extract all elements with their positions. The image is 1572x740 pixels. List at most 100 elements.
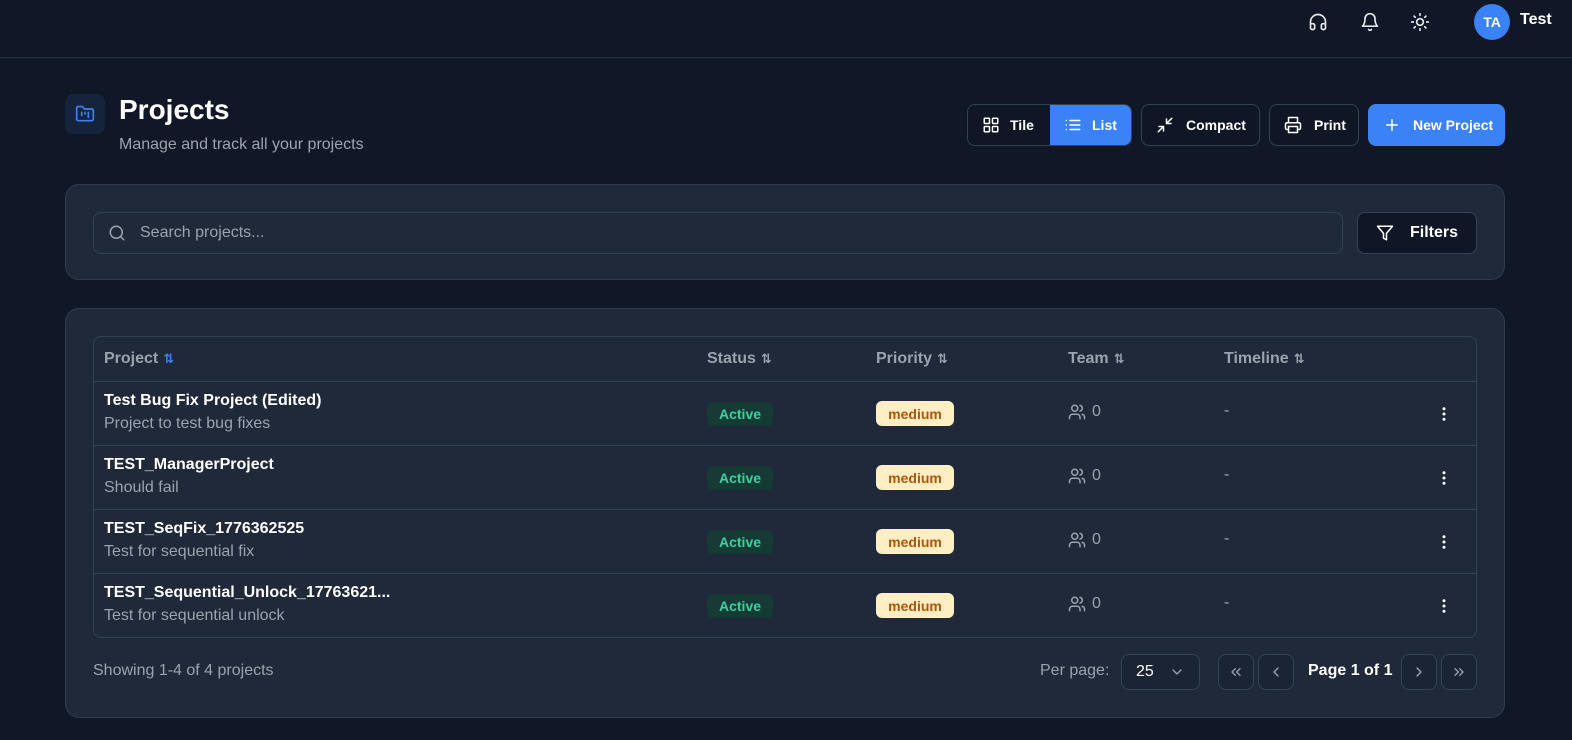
more-vertical-icon [1442,471,1446,485]
sort-icon: ⇅ [163,351,175,366]
column-header-priority[interactable]: Priority ⇅ [876,350,948,368]
project-description: Should fail [104,479,179,496]
plus-icon [1386,119,1398,131]
per-page-label: Per page: [1040,662,1110,679]
column-label: Status [707,350,756,367]
timeline-value: - [1224,466,1230,483]
column-header-team[interactable]: Team ⇅ [1068,350,1125,368]
users-icon [1068,404,1086,420]
new-project-label: New Project [1413,117,1494,133]
projects-table: Project ⇅ Status ⇅ Priority ⇅ Team ⇅ Tim… [93,336,1477,638]
column-label: Priority [876,350,933,367]
headset-icon[interactable] [1306,10,1330,34]
per-page-value: 25 [1136,663,1154,680]
more-actions-button[interactable] [1432,402,1456,426]
chevrons-left-icon [1231,668,1241,676]
search-icon [109,225,125,241]
timeline-value: - [1224,530,1230,547]
list-view-button[interactable]: List [1050,105,1131,145]
timeline-value: - [1224,594,1230,611]
folder-kanban-icon [65,94,105,134]
user-name[interactable]: Test [1520,11,1552,29]
table-row[interactable]: TEST_ManagerProject Should fail Active m… [94,446,1476,510]
column-label: Project [104,350,159,367]
filter-icon [1376,225,1394,241]
showing-count: Showing 1-4 of 4 projects [93,662,274,679]
view-toggle: Tile List [967,104,1132,146]
sort-icon: ⇅ [1113,351,1125,366]
status-badge: Active [707,530,774,554]
page-title: Projects [119,94,230,125]
priority-badge: medium [876,529,954,554]
print-button[interactable]: Print [1269,104,1359,146]
per-page-select[interactable]: 25 [1121,654,1200,690]
list-icon [1065,119,1081,131]
project-description: Test for sequential unlock [104,607,285,624]
column-header-timeline[interactable]: Timeline ⇅ [1224,350,1305,368]
page-subtitle: Manage and track all your projects [119,136,364,153]
project-name[interactable]: TEST_ManagerProject [104,456,274,474]
minimize-icon [1157,117,1173,133]
filters-label: Filters [1410,224,1459,241]
list-view-label: List [1092,117,1117,133]
team-count: 0 [1068,467,1101,485]
avatar[interactable]: TA [1474,4,1510,40]
page-info: Page 1 of 1 [1308,662,1393,679]
more-vertical-icon [1442,407,1446,421]
more-actions-button[interactable] [1432,530,1456,554]
printer-icon [1284,116,1302,134]
column-label: Team [1068,350,1109,367]
users-icon [1068,532,1086,548]
project-name[interactable]: TEST_SeqFix_1776362525 [104,520,304,538]
timeline-value: - [1224,402,1230,419]
project-name[interactable]: TEST_Sequential_Unlock_17763621... [104,584,390,602]
first-page-button[interactable] [1218,654,1254,690]
sun-icon[interactable] [1408,10,1432,34]
search-input[interactable] [140,224,1290,242]
team-count-value: 0 [1092,467,1101,484]
project-description: Project to test bug fixes [104,415,271,432]
team-count-value: 0 [1092,403,1101,420]
chevrons-right-icon [1454,668,1464,676]
column-header-project[interactable]: Project ⇅ [104,350,174,368]
team-count-value: 0 [1092,531,1101,548]
tile-view-button[interactable]: Tile [968,105,1050,145]
table-row[interactable]: Test Bug Fix Project (Edited) Project to… [94,382,1476,446]
more-actions-button[interactable] [1432,594,1456,618]
status-badge: Active [707,466,774,490]
grid-icon [983,117,999,133]
more-actions-button[interactable] [1432,466,1456,490]
priority-badge: medium [876,593,954,618]
chevron-down-icon [1172,669,1182,675]
chevron-right-icon [1416,667,1422,677]
table-row[interactable]: TEST_SeqFix_1776362525 Test for sequenti… [94,510,1476,574]
top-bar: TA Test [0,0,1572,58]
new-project-button[interactable]: New Project [1368,104,1505,146]
team-count-value: 0 [1092,595,1101,612]
sort-icon: ⇅ [760,351,772,366]
project-name[interactable]: Test Bug Fix Project (Edited) [104,392,322,410]
tile-view-label: Tile [1010,117,1034,133]
team-count: 0 [1068,595,1101,613]
team-count: 0 [1068,531,1101,549]
status-badge: Active [707,594,774,618]
table-row[interactable]: TEST_Sequential_Unlock_17763621... Test … [94,574,1476,637]
compact-button[interactable]: Compact [1141,104,1260,146]
users-icon [1068,468,1086,484]
users-icon [1068,596,1086,612]
search-box [93,212,1343,254]
last-page-button[interactable] [1441,654,1477,690]
previous-page-button[interactable] [1258,654,1294,690]
status-badge: Active [707,402,774,426]
next-page-button[interactable] [1401,654,1437,690]
filters-button[interactable]: Filters [1357,212,1477,254]
compact-label: Compact [1186,117,1246,133]
column-label: Timeline [1224,350,1289,367]
team-count: 0 [1068,403,1101,421]
more-vertical-icon [1442,535,1446,549]
more-vertical-icon [1442,599,1446,613]
sort-icon: ⇅ [937,351,948,366]
table-header: Project ⇅ Status ⇅ Priority ⇅ Team ⇅ Tim… [94,337,1476,382]
bell-icon[interactable] [1358,10,1382,34]
column-header-status[interactable]: Status ⇅ [707,350,772,368]
